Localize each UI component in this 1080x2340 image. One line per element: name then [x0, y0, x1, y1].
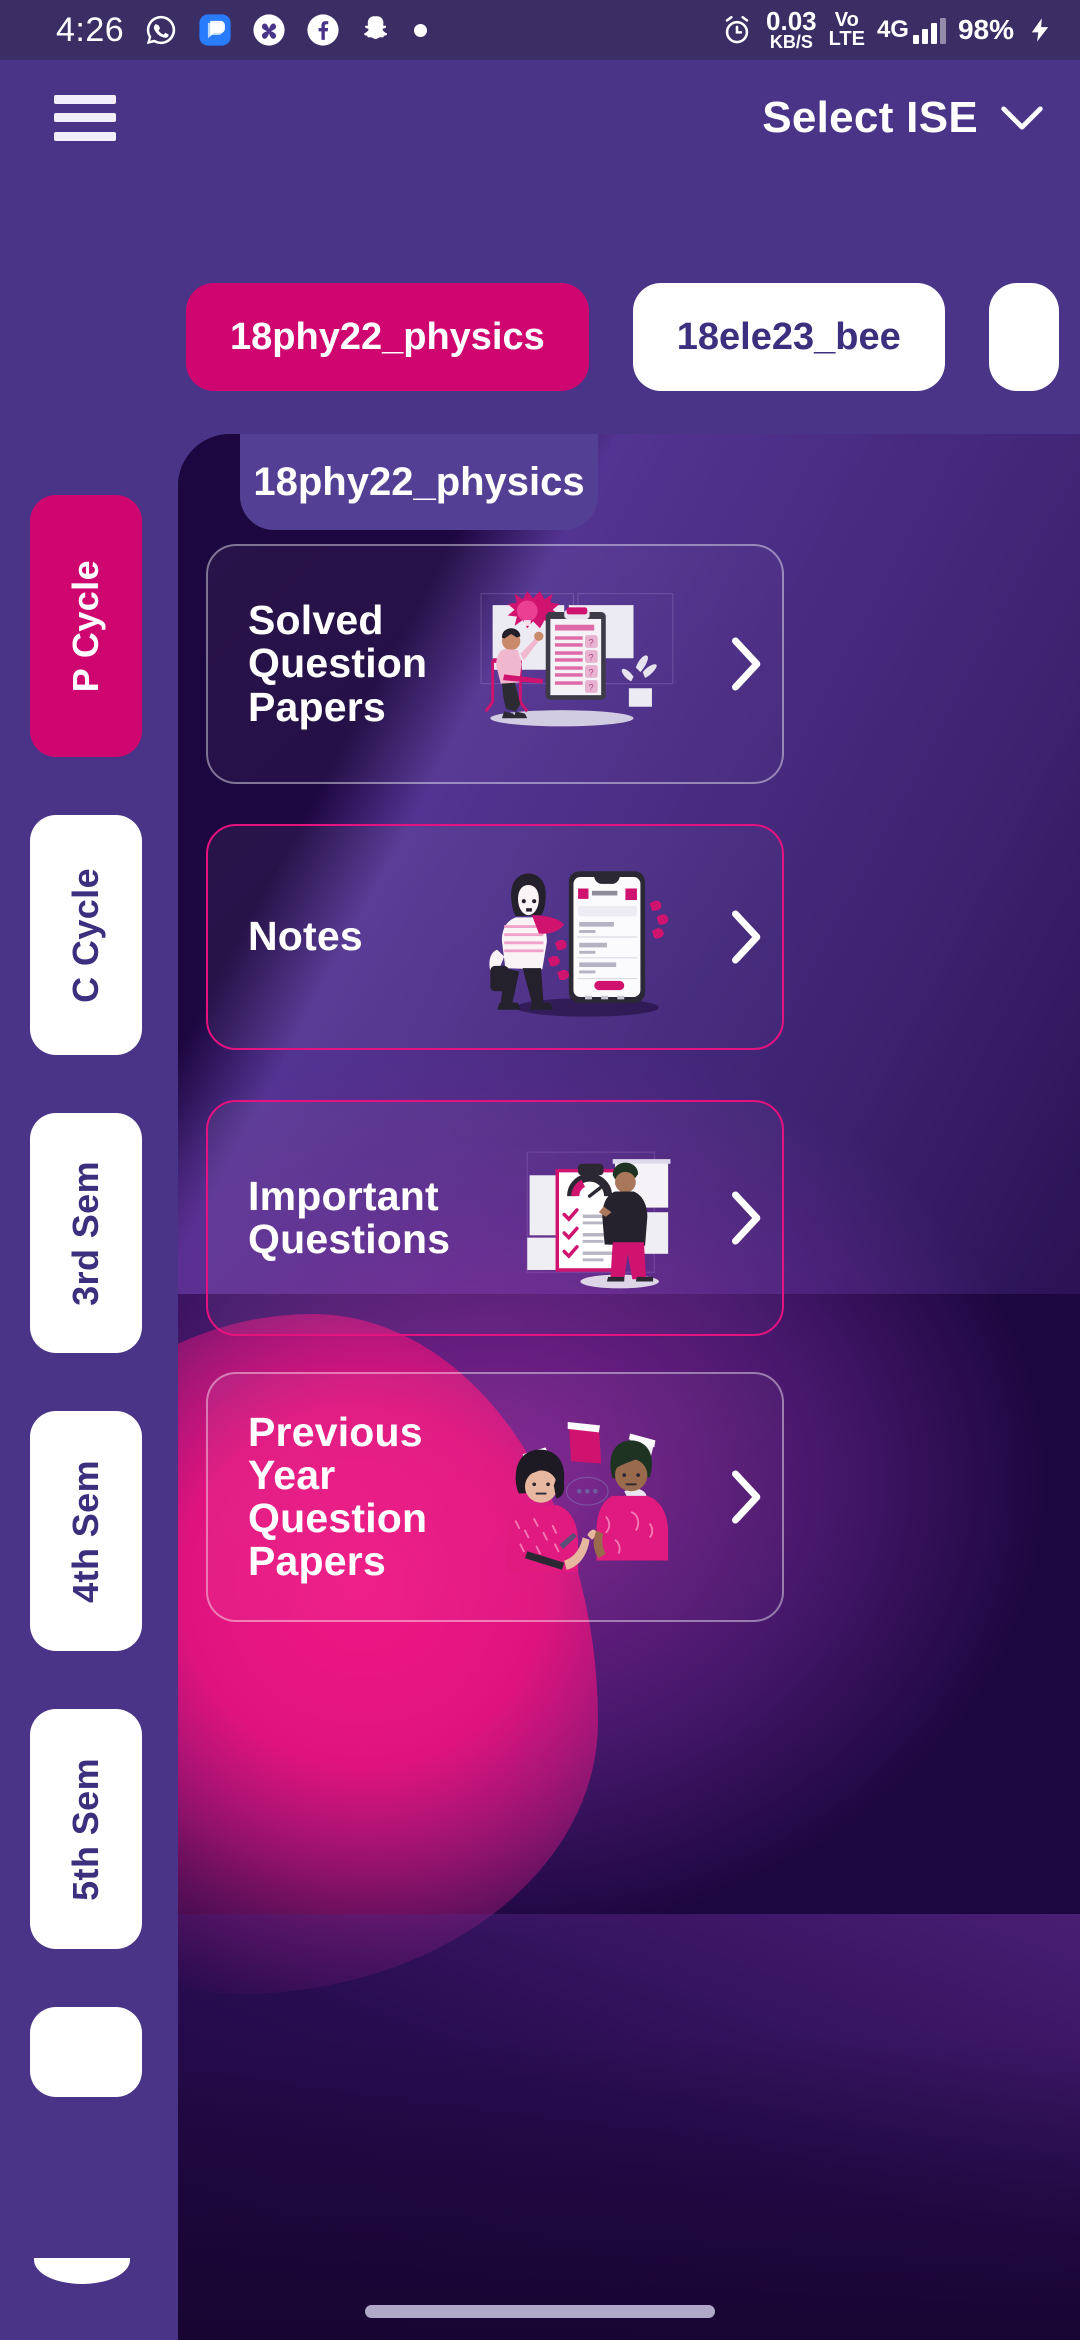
data-rate-indicator: 0.03 KB/S [766, 6, 817, 52]
student-at-desk-with-question-clipboard-illustration: ???? [458, 546, 712, 782]
dot-indicator-icon [414, 23, 428, 37]
subject-chip-2[interactable] [988, 283, 1059, 391]
alarm-clock-icon [725, 15, 749, 44]
card-arrow-button[interactable] [712, 636, 782, 692]
signal-indicator: 4G [877, 16, 946, 44]
chevron-right-icon [732, 1470, 761, 1524]
card-arrow-button[interactable] [712, 1469, 782, 1525]
side-tab-label: 5th Sem [65, 1757, 106, 1901]
side-tab-4th-sem[interactable]: 4th Sem [30, 1411, 142, 1651]
hamburger-menu-icon[interactable] [54, 94, 116, 141]
side-tab-3rd-sem[interactable]: 3rd Sem [30, 1113, 142, 1353]
camera-cutout [34, 2258, 130, 2284]
chevron-right-icon [732, 637, 761, 691]
hamburger-line [54, 94, 116, 104]
hamburger-line [54, 113, 116, 122]
chevron-right-icon [732, 1191, 761, 1245]
charging-bolt-icon [1031, 18, 1049, 42]
chevron-down-icon [1001, 105, 1043, 130]
flower-app-icon [253, 14, 285, 46]
side-tab-c-cycle[interactable]: C Cycle [30, 815, 142, 1055]
card-notes[interactable]: Notes [206, 824, 784, 1050]
card-solved-question-papers[interactable]: Solved Question Papers ? ? ? ? [206, 544, 784, 784]
card-arrow-button[interactable] [712, 1190, 782, 1246]
status-bar-left: 4:26 [56, 10, 428, 50]
clock: 4:26 [56, 10, 125, 49]
side-tab-5th-sem[interactable]: 5th Sem [30, 1709, 142, 1949]
woman-with-phone-notes-list-illustration [458, 826, 712, 1048]
volte-indicator: Vo LTE [828, 10, 865, 50]
svg-text:?: ? [588, 683, 593, 693]
cycle-semester-tab-rail[interactable]: P Cycle C Cycle 3rd Sem 4th Sem 5th Sem [30, 495, 142, 2155]
data-rate-unit: KB/S [769, 31, 813, 52]
data-rate-value: 0.03 [766, 6, 817, 37]
network-type-label: 4G [876, 16, 909, 43]
whatsapp-icon [147, 15, 176, 45]
man-with-checklist-board-illustration [458, 1102, 712, 1334]
side-tab-label: 3rd Sem [65, 1160, 106, 1306]
card-title: Notes [248, 913, 363, 960]
subject-chip-label: 18ele23_bee [676, 315, 901, 358]
svg-text:?: ? [588, 653, 593, 663]
volte-bottom-label: LTE [828, 28, 865, 50]
side-tab-p-cycle[interactable]: P Cycle [30, 495, 142, 757]
exam-selector[interactable]: Select ISE [762, 93, 1044, 143]
subject-chip-row[interactable]: 18phy22_physics 18ele23_bee [0, 282, 1080, 392]
svg-text:?: ? [588, 668, 593, 678]
status-bar: 4:26 0.03 KB/S Vo LTE 4G 98% [0, 0, 1080, 60]
card-title: Important Questions [248, 1172, 451, 1262]
panel-title: 18phy22_physics [240, 434, 598, 530]
snapchat-icon [364, 16, 388, 40]
feature-card-list: Solved Question Papers ? ? ? ? Notes Imp… [178, 434, 1080, 2340]
app-header: Select ISE [0, 60, 1080, 175]
card-important-questions[interactable]: Important Questions [206, 1100, 784, 1336]
hamburger-line [54, 131, 116, 141]
android-gesture-pill[interactable] [365, 2305, 715, 2318]
side-tab-label: C Cycle [65, 867, 106, 1003]
side-tab-label: P Cycle [65, 559, 106, 693]
signal-bars-icon [912, 18, 946, 44]
side-tab-label: 4th Sem [65, 1459, 106, 1603]
status-bar-right: 0.03 KB/S Vo LTE 4G 98% [720, 6, 1054, 52]
side-tab-next-partial[interactable] [30, 2007, 142, 2097]
subject-chip-0[interactable]: 18phy22_physics [186, 283, 589, 391]
subject-chip-label: 18phy22_physics [230, 315, 545, 358]
subject-chip-1[interactable]: 18ele23_bee [632, 283, 945, 391]
card-previous-year-question-papers[interactable]: Previous Year Question Papers [206, 1372, 784, 1622]
two-students-discussing-with-papers-illustration [458, 1374, 712, 1620]
chevron-right-icon [732, 910, 761, 964]
card-title: Solved Question Papers [248, 597, 428, 730]
svg-text:?: ? [588, 638, 593, 648]
exam-selector-label: Select ISE [762, 92, 978, 142]
content-panel: 18phy22_physics Solved Question Papers ?… [178, 434, 1080, 2340]
card-title: Previous Year Question Papers [248, 1408, 428, 1585]
card-arrow-button[interactable] [712, 909, 782, 965]
facebook-icon [307, 14, 339, 46]
messages-icon [199, 14, 231, 46]
battery-percentage: 98% [957, 14, 1014, 45]
